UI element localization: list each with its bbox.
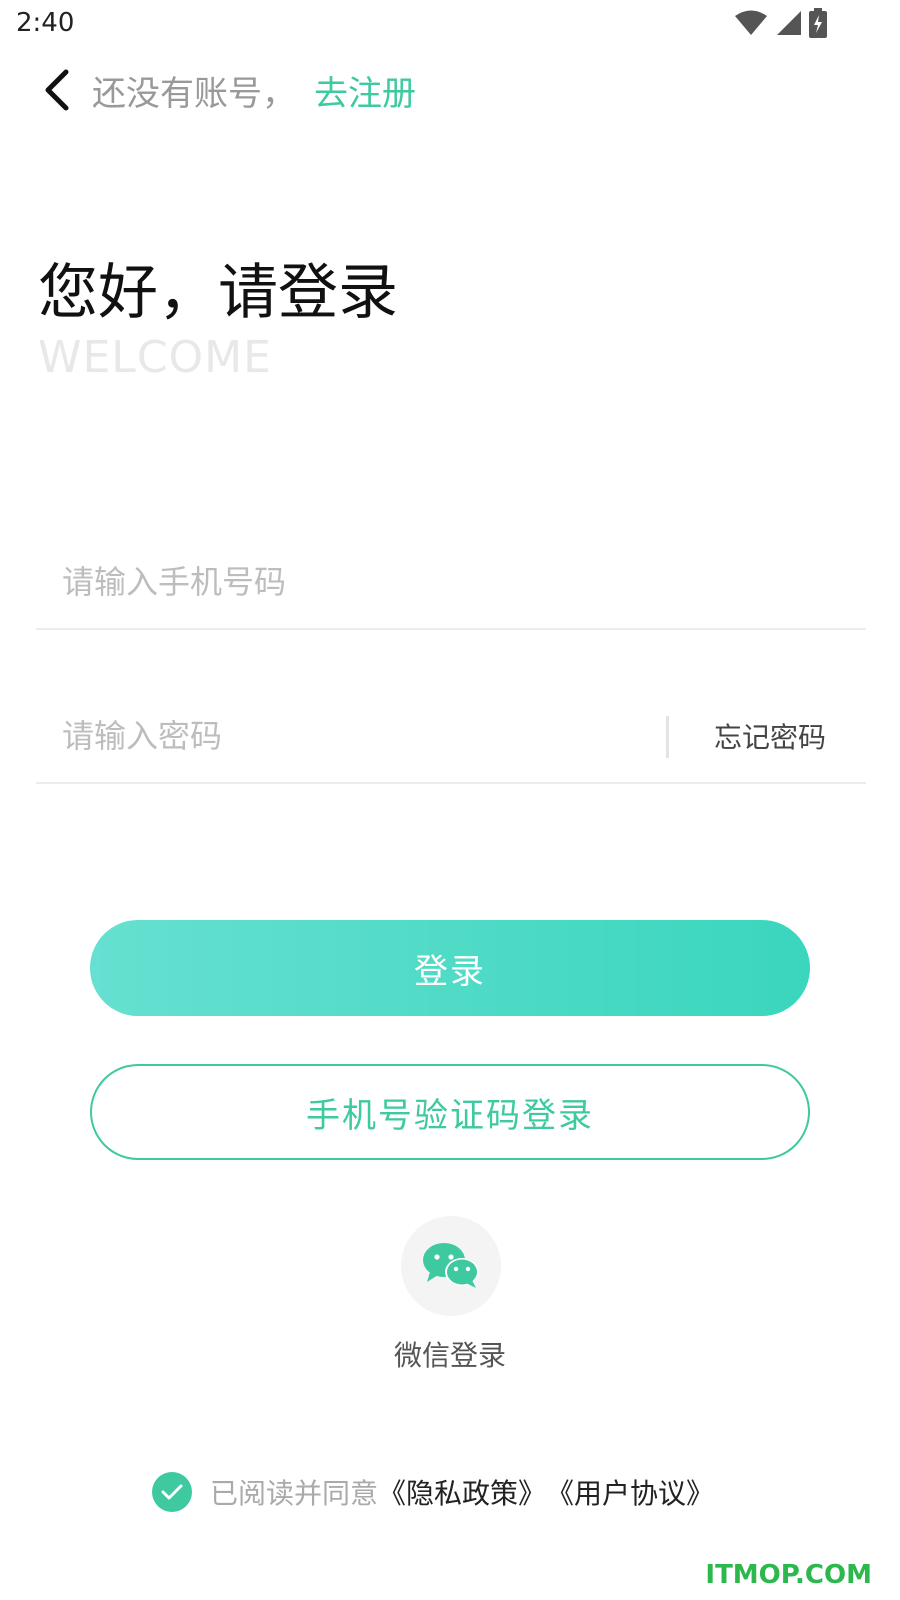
check-icon — [161, 1484, 183, 1500]
sms-login-button[interactable]: 手机号验证码登录 — [90, 1064, 810, 1160]
privacy-policy-link[interactable]: 《隐私政策》 — [378, 1472, 546, 1512]
user-agreement-link[interactable]: 《用户协议》 — [546, 1472, 714, 1512]
no-account-prompt: 还没有账号， — [92, 74, 296, 114]
status-time: 2:40 — [16, 8, 75, 38]
wechat-icon — [423, 1243, 479, 1288]
agreement-row: 已阅读并同意 《隐私政策》 《用户协议》 — [152, 1470, 714, 1514]
register-link[interactable]: 去注册 — [314, 66, 416, 115]
password-field-row: 忘记密码 — [36, 688, 866, 784]
phone-input[interactable] — [62, 554, 622, 610]
wifi-icon — [735, 10, 767, 35]
field-divider — [666, 716, 669, 758]
phone-field-row — [36, 534, 866, 630]
welcome-subtitle: WELCOME — [38, 332, 272, 383]
login-button[interactable]: 登录 — [90, 920, 810, 1016]
agreement-prefix: 已阅读并同意 — [210, 1477, 379, 1510]
back-arrow-icon[interactable] — [40, 68, 76, 112]
watermark: ITMOP.COM — [705, 1560, 872, 1590]
forgot-password-link[interactable]: 忘记密码 — [714, 716, 826, 756]
password-input[interactable] — [62, 708, 622, 764]
wechat-login-label: 微信登录 — [393, 1339, 506, 1372]
battery-charging-icon — [809, 8, 827, 38]
login-screen: 2:40 还没有账号， 去注册 您好，请登录 WELCOME 忘记密码 登录 手… — [0, 0, 900, 1600]
status-icons — [734, 8, 828, 38]
page-title: 您好，请登录 — [38, 258, 398, 328]
wechat-login-button[interactable] — [401, 1216, 501, 1316]
signal-icon — [777, 11, 801, 35]
agree-checkbox[interactable] — [152, 1472, 192, 1512]
